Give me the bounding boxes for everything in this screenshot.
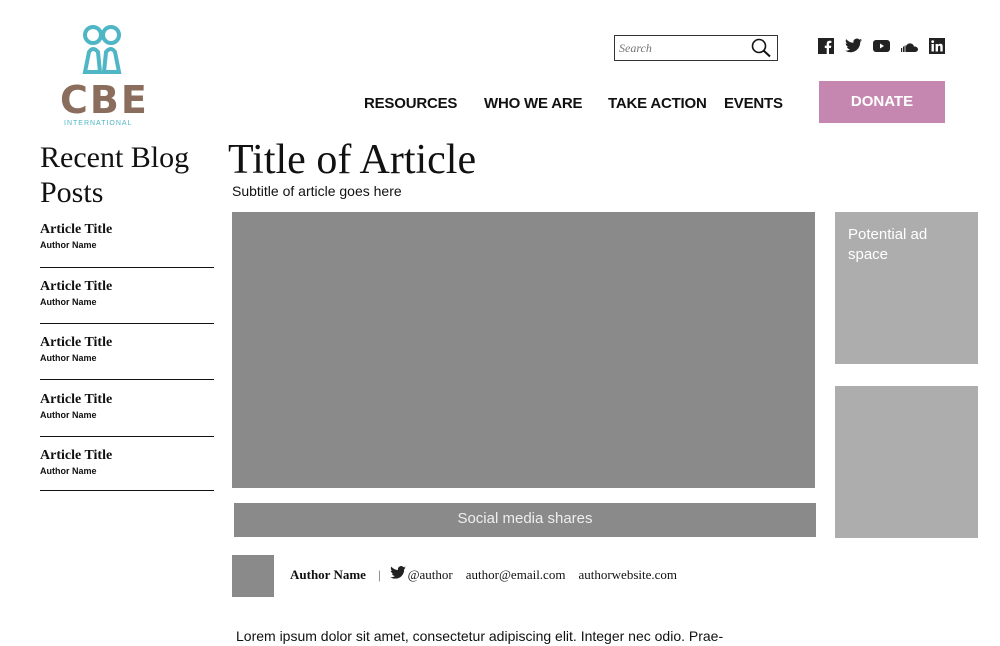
- linkedin-icon[interactable]: [929, 37, 945, 59]
- separator: |: [377, 566, 381, 582]
- divider: [40, 323, 214, 324]
- post-author: Author Name: [40, 297, 97, 307]
- sidebar-title: Recent Blog Posts: [40, 141, 190, 209]
- ad-label: Potential ad space: [848, 226, 928, 263]
- ad-space-secondary[interactable]: [835, 386, 978, 538]
- nav-events[interactable]: EVENTS: [724, 95, 783, 112]
- youtube-icon[interactable]: [873, 39, 890, 57]
- facebook-icon[interactable]: [818, 37, 834, 59]
- sidebar-post[interactable]: Article Title Author Name: [40, 279, 214, 307]
- divider: [40, 436, 214, 437]
- donate-button[interactable]: DONATE: [819, 81, 945, 123]
- logo-subtext: INTERNATIONAL: [64, 120, 133, 127]
- article-title: Title of Article: [228, 137, 477, 183]
- author-info: Author Name | @author author@email.com a…: [290, 566, 677, 583]
- author-website[interactable]: authorwebsite.com: [578, 567, 677, 583]
- twitter-icon: [389, 566, 406, 583]
- sidebar-post[interactable]: Article Title Author Name: [40, 448, 214, 476]
- post-title[interactable]: Article Title: [40, 448, 214, 464]
- nav-resources[interactable]: RESOURCES: [364, 95, 457, 112]
- divider: [40, 379, 214, 380]
- sidebar-post[interactable]: Article Title Author Name: [40, 335, 214, 363]
- logo-figures-icon: [82, 25, 122, 74]
- social-shares-bar[interactable]: Social media shares: [234, 503, 816, 537]
- ad-space[interactable]: Potential ad space: [835, 212, 978, 364]
- article-subtitle: Subtitle of article goes here: [232, 183, 402, 199]
- post-author: Author Name: [40, 240, 97, 250]
- divider: [40, 267, 214, 268]
- nav-who-we-are[interactable]: WHO WE ARE: [484, 95, 582, 112]
- nav-take-action[interactable]: TAKE ACTION: [608, 95, 707, 112]
- divider: [40, 490, 214, 491]
- post-author: Author Name: [40, 466, 97, 476]
- post-title[interactable]: Article Title: [40, 392, 214, 408]
- cbe-logo[interactable]: CBE INTERNATIONAL: [60, 24, 152, 130]
- hero-image-placeholder: [232, 212, 815, 488]
- author-twitter-handle[interactable]: @author: [408, 567, 453, 583]
- logo-wordmark: CBE: [60, 78, 149, 122]
- author-name[interactable]: Author Name: [290, 567, 366, 583]
- article-body: Lorem ipsum dolor sit amet, consectetur …: [236, 628, 724, 644]
- sidebar-post[interactable]: Article Title Author Name: [40, 222, 214, 250]
- post-title[interactable]: Article Title: [40, 222, 214, 238]
- sidebar-post[interactable]: Article Title Author Name: [40, 392, 214, 420]
- search-icon[interactable]: [751, 38, 773, 63]
- post-title[interactable]: Article Title: [40, 335, 214, 351]
- post-title[interactable]: Article Title: [40, 279, 214, 295]
- author-email[interactable]: author@email.com: [466, 567, 566, 583]
- post-author: Author Name: [40, 410, 97, 420]
- search-box: [614, 35, 778, 61]
- author-avatar: [232, 555, 274, 597]
- social-links: [818, 37, 945, 59]
- search-input[interactable]: [615, 36, 749, 60]
- twitter-icon[interactable]: [845, 38, 862, 58]
- soundcloud-icon[interactable]: [901, 39, 918, 57]
- post-author: Author Name: [40, 353, 97, 363]
